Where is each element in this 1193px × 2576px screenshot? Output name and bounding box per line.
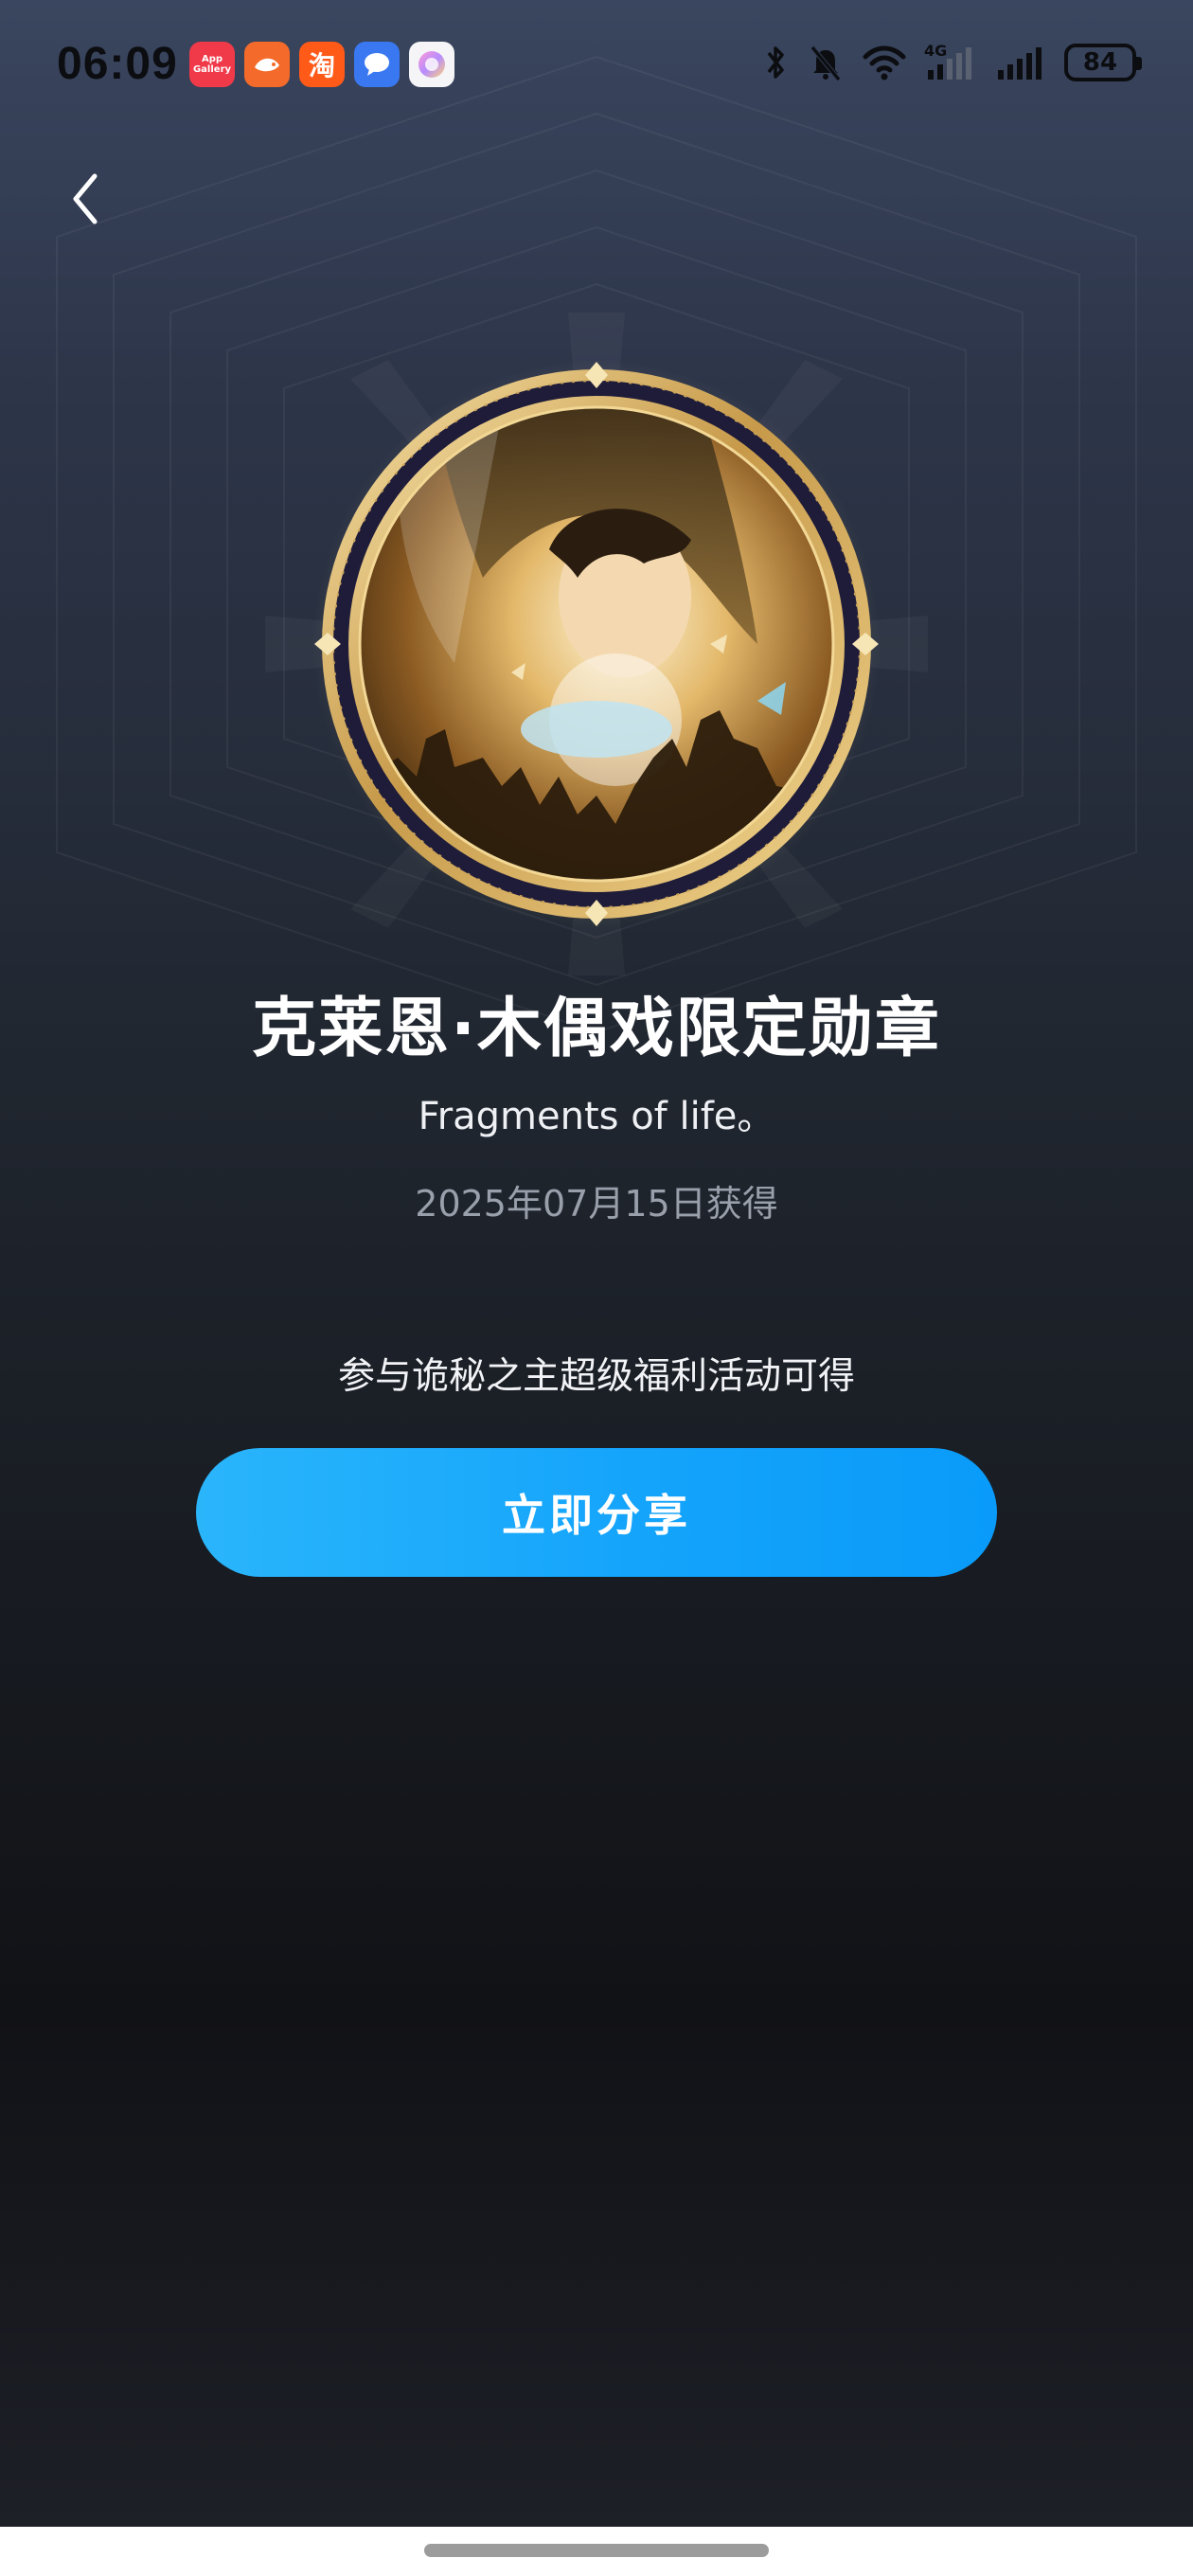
signal-4g-icon: 4G <box>924 42 979 83</box>
message-icon <box>354 42 400 87</box>
medal-badge <box>312 360 881 928</box>
battery-level: 84 <box>1082 48 1118 77</box>
status-right-icons: 4G 84 <box>761 42 1142 83</box>
chevron-left-icon <box>73 173 98 224</box>
medal-image <box>312 360 881 928</box>
medal-subtitle: Fragments of life。 <box>418 1095 775 1138</box>
status-bar: 06:09 App Gallery 淘 4G 84 <box>0 0 1193 133</box>
home-indicator[interactable] <box>424 2544 769 2557</box>
battery-icon: 84 <box>1064 44 1142 81</box>
fish-app-icon <box>244 42 290 87</box>
notification-icons: App Gallery 淘 <box>189 42 454 87</box>
app-gallery-icon: App Gallery <box>189 42 235 87</box>
medal-title: 克莱恩·木偶戏限定勋章 <box>252 992 941 1066</box>
bluetooth-icon <box>767 46 784 79</box>
signal-bars-icon <box>998 47 1042 80</box>
mute-bell-icon <box>810 45 841 81</box>
gradient-app-icon <box>409 42 454 87</box>
back-button[interactable] <box>57 166 114 232</box>
taobao-icon-label: 淘 <box>308 50 335 81</box>
taobao-icon: 淘 <box>299 42 345 87</box>
medal-obtained-date: 2025年07月15日获得 <box>415 1183 778 1225</box>
status-time: 06:09 <box>57 39 178 89</box>
medal-description: 参与诡秘之主超级福利活动可得 <box>337 1355 855 1398</box>
share-now-button[interactable]: 立即分享 <box>196 1448 997 1577</box>
wifi-icon <box>863 45 906 80</box>
app-gallery-icon-label: App Gallery <box>192 54 232 75</box>
